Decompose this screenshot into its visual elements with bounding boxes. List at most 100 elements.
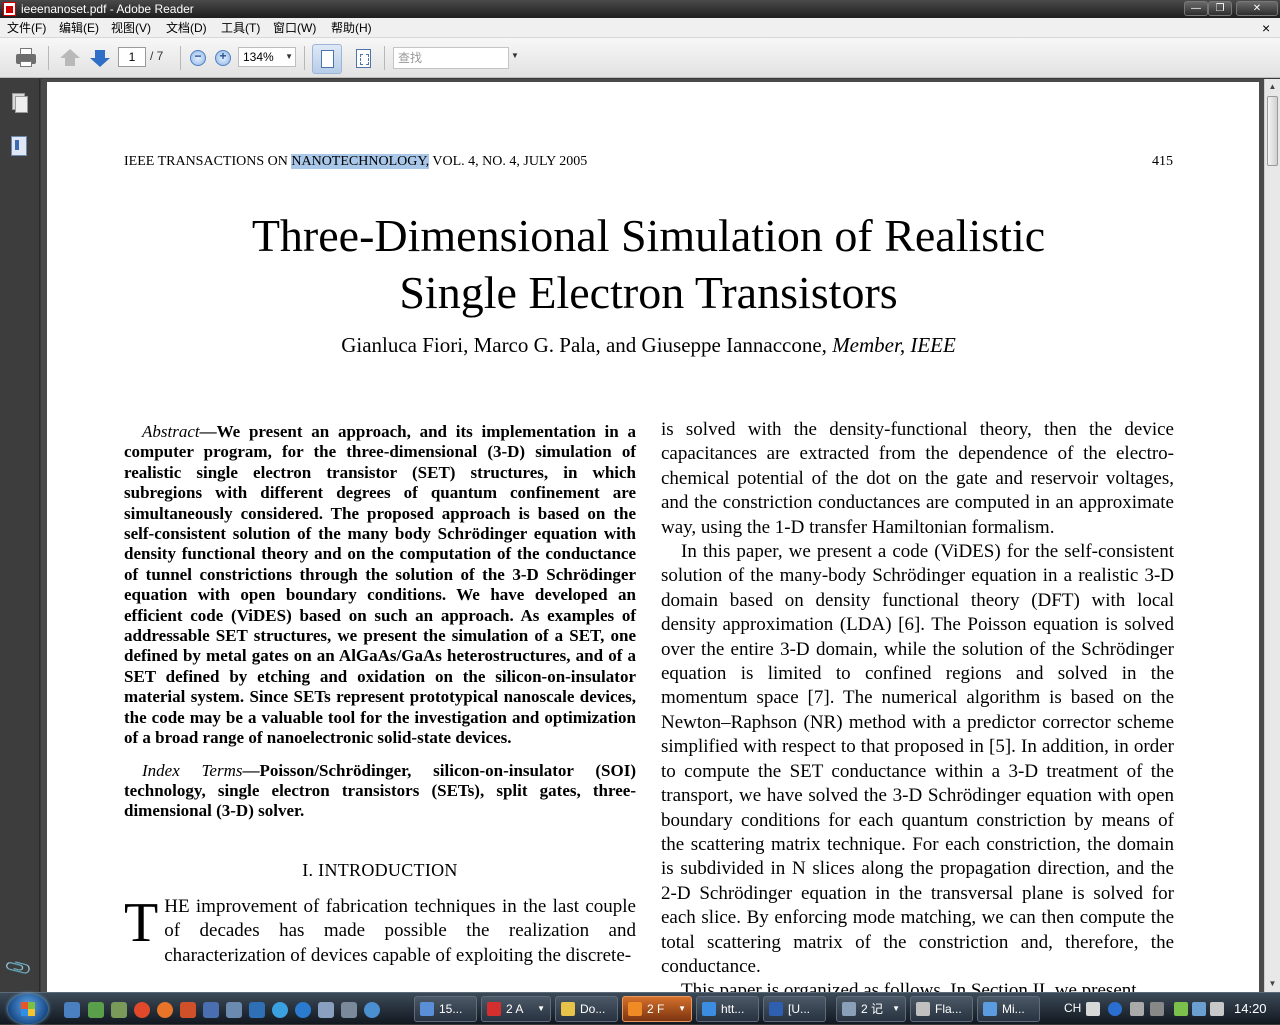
show-hidden-icons-icon[interactable] xyxy=(1150,1002,1164,1016)
scrollbar-thumb[interactable] xyxy=(1267,96,1278,166)
zoom-out-glyph: − xyxy=(194,49,202,63)
skype-icon[interactable] xyxy=(272,1002,288,1018)
print-icon[interactable] xyxy=(14,47,38,69)
zoom-out-icon[interactable]: − xyxy=(190,49,206,66)
search-input[interactable]: 查找 xyxy=(393,47,509,69)
zoom-in-icon[interactable]: + xyxy=(215,49,231,66)
chevron-down-icon[interactable]: ▼ xyxy=(285,48,293,66)
page-total: / 7 xyxy=(150,49,164,63)
start-button[interactable] xyxy=(8,994,48,1024)
next-page-icon[interactable] xyxy=(88,47,112,69)
quicklaunch-icon[interactable] xyxy=(226,1002,242,1018)
fit-page-button[interactable] xyxy=(352,47,376,71)
help-icon[interactable] xyxy=(1108,1002,1122,1016)
intro-text: HE improvement of fabrication techniques… xyxy=(164,895,636,966)
quicklaunch-icon[interactable] xyxy=(364,1002,380,1018)
document-close-icon[interactable]: × xyxy=(1262,18,1270,38)
taskbar: 15... 2 A ▼ Do... 2 F ▼ htt... [U... 2 记 ▼ … xyxy=(0,992,1280,1024)
document-view[interactable]: IEEE TRANSACTIONS ON NANOTECHNOLOGY, VOL… xyxy=(41,79,1264,992)
app-icon xyxy=(983,1002,997,1016)
right-paragraph-3: This paper is organized as follows. In S… xyxy=(681,980,1137,992)
vertical-scrollbar[interactable]: ▲ ▼ xyxy=(1264,79,1280,992)
quicklaunch-icon[interactable] xyxy=(111,1002,127,1018)
search-highlight: NANOTECHNOLOGY, xyxy=(291,154,430,169)
show-desktop-icon[interactable] xyxy=(64,1002,80,1018)
authors: Gianluca Fiori, Marco G. Pala, and Giuse… xyxy=(47,333,1250,358)
close-button[interactable]: ✕ xyxy=(1236,1,1278,16)
taskbar-button[interactable]: 15... xyxy=(414,996,477,1022)
taskbar-button-label: 2 F xyxy=(647,1002,665,1016)
menu-document[interactable]: 文档(D) xyxy=(166,18,207,38)
fit-width-button[interactable] xyxy=(312,44,342,74)
quicklaunch-icon[interactable] xyxy=(88,1002,104,1018)
menu-edit[interactable]: 编辑(E) xyxy=(59,18,99,38)
taskbar-button[interactable]: htt... xyxy=(696,996,759,1022)
ie-icon[interactable] xyxy=(295,1002,311,1018)
toolbar-separator xyxy=(48,46,49,70)
taskbar-button[interactable]: Do... xyxy=(555,996,618,1022)
chevron-down-icon[interactable]: ▼ xyxy=(892,997,900,1021)
quicklaunch-icon[interactable] xyxy=(203,1002,219,1018)
taskbar-button[interactable]: 2 A ▼ xyxy=(481,996,551,1022)
previous-page-icon[interactable] xyxy=(58,47,82,69)
abstract-label: Abstract xyxy=(142,422,200,441)
taskbar-button[interactable]: Fla... xyxy=(910,996,973,1022)
network-icon[interactable] xyxy=(1192,1002,1206,1016)
scroll-up-icon[interactable]: ▲ xyxy=(1265,79,1280,95)
app-icon xyxy=(842,1002,856,1016)
app-icon xyxy=(487,1002,501,1016)
zoom-level-select[interactable]: 134% ▼ xyxy=(238,47,296,67)
system-tray: CH 14:20 xyxy=(1058,993,1280,1025)
app-icon xyxy=(420,1002,434,1016)
taskbar-button[interactable]: Mi... xyxy=(977,996,1040,1022)
abstract-text: —We present an approach, and its impleme… xyxy=(124,422,636,748)
tray-app-icon[interactable] xyxy=(1174,1002,1188,1016)
quicklaunch-icon[interactable] xyxy=(341,1002,357,1018)
scroll-down-icon[interactable]: ▼ xyxy=(1265,976,1280,992)
windows-logo-icon xyxy=(21,1002,35,1016)
attachments-paperclip-icon[interactable]: 📎 xyxy=(4,953,35,985)
taskbar-button[interactable]: 2 记 ▼ xyxy=(836,996,906,1022)
toolbar-separator xyxy=(304,46,305,70)
title-line-2: Single Electron Transistors xyxy=(399,267,898,318)
zoom-level-value: 134% xyxy=(243,50,274,64)
firefox-icon[interactable] xyxy=(157,1002,173,1018)
minimize-button[interactable]: — xyxy=(1184,1,1208,16)
drop-cap: T xyxy=(124,891,159,954)
volume-icon[interactable] xyxy=(1210,1002,1224,1016)
clock[interactable]: 14:20 xyxy=(1234,1001,1267,1016)
taskbar-button[interactable]: [U... xyxy=(763,996,826,1022)
quicklaunch-icon[interactable] xyxy=(318,1002,334,1018)
pages-panel-icon[interactable] xyxy=(9,93,29,115)
page-number: 415 xyxy=(1152,154,1173,169)
author-affiliation: Member, IEEE xyxy=(832,333,956,357)
taskbar-button-active[interactable]: 2 F ▼ xyxy=(622,996,692,1022)
chevron-down-icon[interactable]: ▼ xyxy=(678,997,686,1021)
abstract: Abstract—We present an approach, and its… xyxy=(124,422,636,749)
intro-paragraph: T HE improvement of fabrication technique… xyxy=(124,895,636,969)
menu-tools[interactable]: 工具(T) xyxy=(221,18,260,38)
menu-file[interactable]: 文件(F) xyxy=(7,18,46,38)
page-number-input[interactable]: 1 xyxy=(118,47,146,67)
chevron-down-icon[interactable]: ▼ xyxy=(537,997,545,1021)
menu-help[interactable]: 帮助(H) xyxy=(331,18,372,38)
menu-view[interactable]: 视图(V) xyxy=(111,18,151,38)
adobe-reader-icon xyxy=(3,2,16,16)
bookmarks-panel-icon[interactable] xyxy=(9,136,29,158)
keyboard-icon[interactable] xyxy=(1086,1002,1100,1016)
language-indicator[interactable]: CH xyxy=(1064,1001,1081,1015)
quicklaunch-icon[interactable] xyxy=(180,1002,196,1018)
search-options-chevron-icon[interactable]: ▼ xyxy=(511,51,519,60)
tray-options-icon[interactable] xyxy=(1130,1002,1144,1016)
zoom-in-glyph: + xyxy=(219,49,227,63)
app-icon xyxy=(916,1002,930,1016)
right-paragraph-2: In this paper, we present a code (ViDES)… xyxy=(661,541,1174,977)
section-heading: I. INTRODUCTION xyxy=(302,859,458,880)
chrome-icon[interactable] xyxy=(134,1002,150,1018)
menu-window[interactable]: 窗口(W) xyxy=(273,18,316,38)
taskbar-button-label: Fla... xyxy=(935,1002,962,1016)
maximize-button[interactable]: ❐ xyxy=(1208,1,1232,16)
taskbar-button-label: [U... xyxy=(788,1002,811,1016)
pdf-page: IEEE TRANSACTIONS ON NANOTECHNOLOGY, VOL… xyxy=(47,82,1259,992)
quicklaunch-icon[interactable] xyxy=(249,1002,265,1018)
